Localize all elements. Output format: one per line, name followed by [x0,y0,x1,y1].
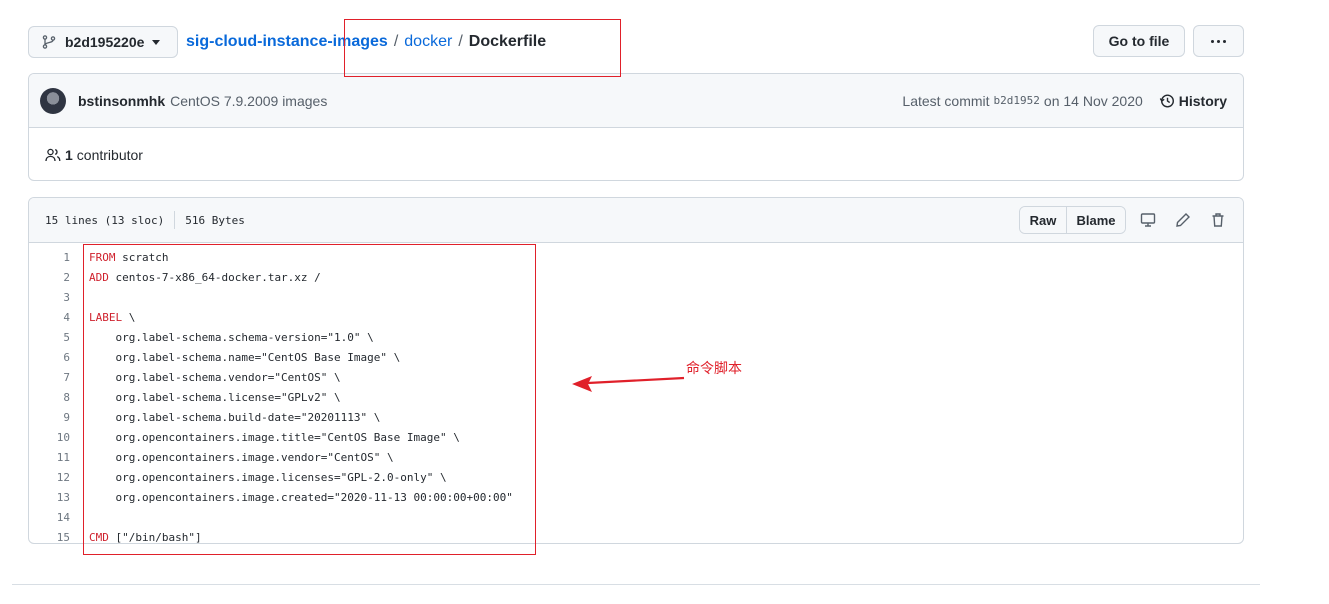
contributor-label: contributor [76,146,143,163]
desktop-icon[interactable] [1135,207,1161,233]
file-lines-info: 15 lines (13 sloc) [45,213,165,227]
line-number[interactable]: 15 [29,528,70,543]
contributor-count: 1 [65,146,73,163]
commit-hash-link[interactable]: b2d1952 [994,94,1040,107]
annotation-box-breadcrumb [344,19,621,77]
history-label: History [1178,92,1227,109]
annotation-label: 命令脚本 [686,361,742,377]
line-number[interactable]: 2 [29,268,70,288]
raw-button[interactable]: Raw [1020,207,1067,233]
avatar[interactable] [40,87,66,114]
line-number[interactable]: 10 [29,428,70,448]
kebab-dot [1217,39,1220,43]
history-link[interactable]: History [1159,93,1227,109]
annotation-box-code [83,244,536,555]
commit-date: on 14 Nov 2020 [1043,92,1143,109]
page-divider [12,584,1260,585]
line-number[interactable]: 11 [29,448,70,468]
chevron-down-icon [152,39,161,45]
line-number[interactable]: 9 [29,408,70,428]
kebab-horizontal-icon [1211,39,1214,43]
history-icon [1159,93,1174,108]
line-number[interactable]: 1 [29,248,70,268]
blame-button[interactable]: Blame [1067,207,1125,233]
git-branch-icon [42,35,56,49]
go-to-file-button[interactable]: Go to file [1093,25,1185,57]
line-number[interactable]: 3 [29,288,70,308]
trash-icon[interactable] [1205,207,1231,233]
raw-blame-group: Raw Blame [1019,206,1126,234]
branch-name: b2d195220e [65,34,145,50]
line-number[interactable]: 8 [29,388,70,408]
kebab-dot [1223,39,1226,43]
line-number[interactable]: 13 [29,488,70,508]
file-header: 15 lines (13 sloc) 516 Bytes Raw Blame [29,198,1243,243]
line-number[interactable]: 12 [29,468,70,488]
line-number[interactable]: 7 [29,368,70,388]
file-actions: Raw Blame [1019,206,1243,234]
people-icon [45,148,61,161]
line-number[interactable]: 5 [29,328,70,348]
branch-select-button[interactable]: b2d195220e [28,26,178,58]
latest-commit-label: Latest commit [902,92,990,109]
contributors-row[interactable]: 1 contributor [29,128,1243,180]
line-number[interactable]: 14 [29,508,70,528]
commit-box: bstinsonmhk CentOS 7.9.2009 images Lates… [28,73,1244,181]
commit-meta: Latest commit b2d1952 on 14 Nov 2020 His… [902,93,1243,109]
divider [174,211,176,229]
annotation-arrow-icon [572,376,685,392]
pencil-icon[interactable] [1170,207,1196,233]
line-number[interactable]: 4 [29,308,70,328]
file-size: 516 Bytes [185,213,245,227]
more-options-button[interactable] [1193,25,1244,57]
latest-commit-row: bstinsonmhk CentOS 7.9.2009 images Lates… [29,74,1243,128]
line-number[interactable]: 6 [29,348,70,368]
commit-message[interactable]: CentOS 7.9.2009 images [170,93,327,109]
commit-author[interactable]: bstinsonmhk [78,93,165,109]
